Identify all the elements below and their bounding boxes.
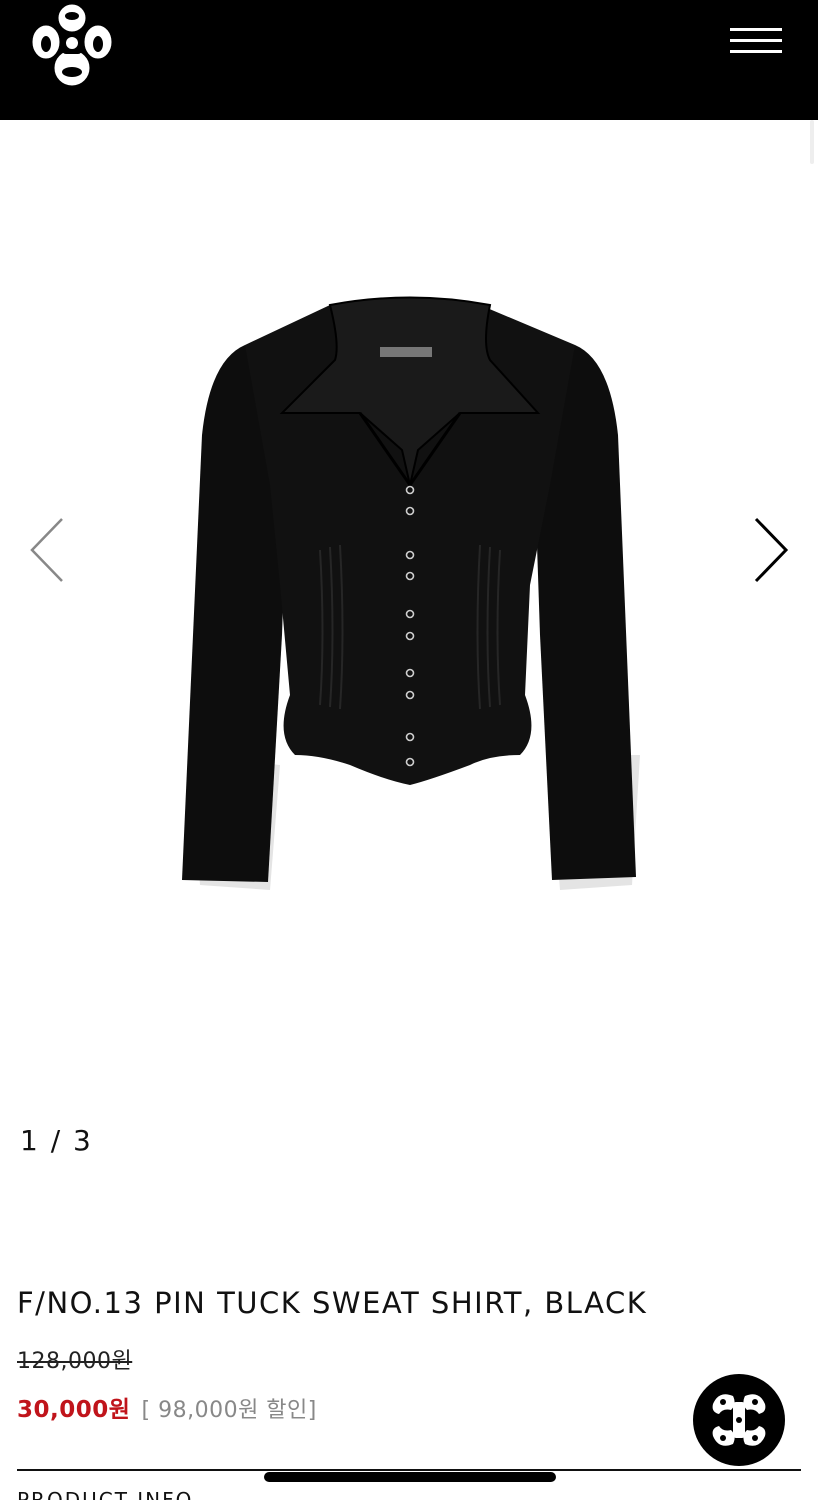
chevron-right-icon: [754, 517, 789, 583]
hamburger-menu-icon: [730, 28, 782, 31]
gallery-pager: 1 / 3: [20, 1124, 93, 1157]
gallery-next-button[interactable]: [748, 515, 792, 585]
menu-button[interactable]: [728, 26, 784, 58]
discount-amount: [ 98,000원 할인]: [141, 1398, 317, 1423]
original-price: 128,000원: [17, 1349, 133, 1374]
brand-emblem-icon[interactable]: [28, 0, 118, 90]
gallery-prev-button[interactable]: [26, 515, 70, 585]
product-info-toggle[interactable]: PRODUCT INFO: [17, 1488, 193, 1500]
chat-emblem-icon: [695, 1376, 783, 1464]
product-gallery: [0, 120, 818, 1080]
home-indicator[interactable]: [264, 1472, 556, 1482]
product-image[interactable]: [170, 285, 650, 895]
sale-price: 30,000원: [17, 1397, 131, 1423]
price-row: 30,000원 [ 98,000원 할인]: [17, 1390, 317, 1424]
chevron-left-icon: [30, 518, 63, 582]
section-divider: [17, 1469, 801, 1471]
product-title: F/NO.13 PIN TUCK SWEAT SHIRT, BLACK: [17, 1286, 648, 1320]
chat-button[interactable]: [693, 1374, 785, 1466]
collapse-icon[interactable]: −: [780, 1490, 797, 1500]
top-header: [0, 0, 818, 120]
